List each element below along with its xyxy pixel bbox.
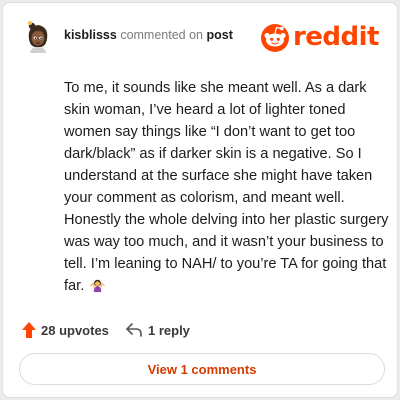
comment-meta: kisblisss commented on post: [64, 28, 233, 42]
post-link[interactable]: post: [206, 28, 232, 42]
reddit-logo[interactable]: reddit: [260, 22, 380, 52]
comment-text: To me, it sounds like she meant well. As…: [64, 80, 389, 294]
comment-card: kisblisss commented on post reddit To me…: [2, 2, 398, 398]
reddit-snoo-icon: [260, 24, 289, 52]
reddit-wordmark: reddit: [292, 22, 380, 52]
reply-button[interactable]: 1 reply: [125, 319, 190, 341]
reply-arrow-icon: [126, 323, 142, 337]
upvote-arrow-icon: [22, 322, 36, 338]
username-link[interactable]: kisblisss: [64, 28, 117, 42]
view-comments-button[interactable]: View 1 comments: [19, 353, 385, 385]
upvote-button[interactable]: 28 upvotes: [21, 319, 109, 341]
upvote-count: 28 upvotes: [41, 322, 109, 338]
user-avatar[interactable]: [21, 19, 55, 53]
comment-body: To me, it sounds like she meant well. As…: [64, 77, 392, 297]
avatar-icon: [21, 19, 55, 53]
woman-shrugging-icon: [90, 279, 106, 292]
action-text: commented on: [120, 28, 203, 42]
comment-header: kisblisss commented on post reddit: [21, 19, 381, 55]
reply-count: 1 reply: [148, 322, 190, 338]
comment-actions: 28 upvotes 1 reply: [21, 319, 381, 341]
